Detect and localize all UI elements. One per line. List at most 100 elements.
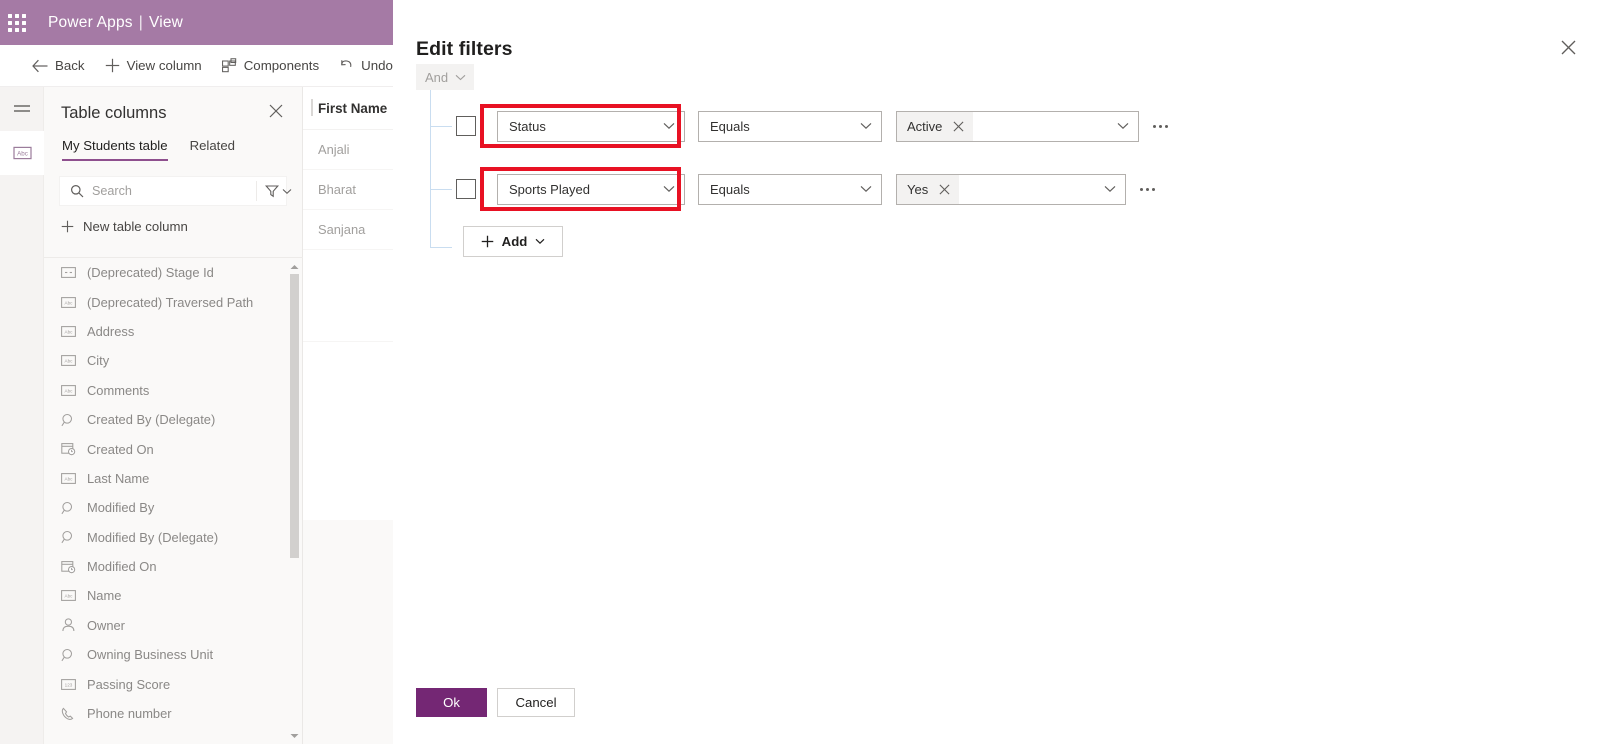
search-input[interactable]: [90, 177, 256, 205]
panel-close-button[interactable]: [266, 101, 286, 126]
tab-my-students-table[interactable]: My Students table: [62, 138, 168, 161]
app-titlebar: Power Apps | View: [0, 0, 400, 45]
abc-text-icon: Abc: [61, 384, 76, 396]
grid-column-header-first-name[interactable]: First Name: [303, 87, 400, 130]
filter-operator-dropdown[interactable]: Equals: [698, 173, 882, 205]
ok-button[interactable]: Ok: [416, 688, 487, 717]
column-list-item[interactable]: Modified By (Delegate): [44, 523, 303, 552]
close-icon: [269, 104, 283, 118]
grid-row[interactable]: Bharat: [303, 170, 400, 210]
close-icon: [953, 121, 964, 131]
filter-row-overflow-button[interactable]: [1153, 124, 1168, 128]
column-list-item-label: Last Name: [87, 470, 150, 486]
column-list-item[interactable]: Created On: [44, 434, 303, 463]
grid-row[interactable]: Sanjana: [303, 210, 400, 250]
filter-operator-value: Equals: [710, 181, 750, 197]
chevron-down-icon: [860, 185, 872, 192]
lookup-search-icon: [61, 648, 76, 662]
filter-row-overflow-button[interactable]: [1140, 187, 1155, 191]
plus-icon: [61, 220, 74, 233]
svg-text:123: 123: [65, 682, 73, 687]
cancel-button[interactable]: Cancel: [497, 688, 575, 717]
column-list-item[interactable]: Phone number: [44, 699, 303, 728]
filter-value-remove-button[interactable]: [939, 184, 950, 195]
grid-empty-space: [303, 250, 400, 342]
waffle-menu-icon[interactable]: [0, 0, 34, 45]
column-list-item-label: Created By (Delegate): [87, 412, 216, 428]
column-list-item[interactable]: Abc City: [44, 346, 303, 375]
abc-text-icon: Abc: [61, 355, 76, 367]
abc-text-icon: Abc: [61, 326, 76, 337]
tab-related[interactable]: Related: [190, 138, 235, 161]
filter-row: Sports Played Equals Yes: [393, 172, 1155, 206]
caret-down-icon: [290, 733, 299, 738]
filter-row-checkbox[interactable]: [456, 179, 476, 199]
chevron-down-icon: [535, 238, 545, 245]
view-column-label: View column: [126, 58, 202, 73]
column-list-item[interactable]: 123 Passing Score: [44, 669, 303, 698]
filter-row-checkbox[interactable]: [456, 116, 476, 136]
components-label: Components: [243, 58, 320, 73]
grid-footer-area: [303, 520, 400, 744]
column-list-item[interactable]: (Deprecated) Stage Id: [44, 258, 303, 287]
conjunction-dropdown[interactable]: And: [416, 64, 475, 90]
rail-item-columns[interactable]: Abc: [0, 131, 44, 175]
components-grid-icon: [221, 58, 236, 73]
column-list-item[interactable]: Modified On: [44, 552, 303, 581]
column-list-item-label: Phone number: [87, 706, 172, 722]
panel-tabs: My Students table Related: [44, 132, 302, 161]
column-list-scrollbar[interactable]: [289, 258, 300, 744]
new-table-column-button[interactable]: New table column: [44, 206, 302, 244]
filter-column-dropdown[interactable]: Status: [497, 110, 685, 142]
undo-button[interactable]: Undo: [329, 45, 400, 87]
column-list-item[interactable]: Owner: [44, 611, 303, 640]
column-list-item[interactable]: Abc Name: [44, 581, 303, 610]
chevron-down-icon: [1104, 185, 1116, 192]
components-button[interactable]: Components: [212, 45, 329, 87]
edit-filters-dialog: Edit filters And Status Equals Active Sport…: [393, 0, 1600, 744]
lookup-search-icon: [61, 501, 73, 514]
filter-value-dropdown[interactable]: Active: [896, 110, 1139, 142]
hamburger-menu-button[interactable]: [0, 87, 44, 131]
scroll-up-button[interactable]: [289, 261, 300, 272]
svg-text:Abc: Abc: [65, 359, 74, 364]
filter-value-dropdown[interactable]: Yes: [896, 173, 1126, 205]
scroll-down-button[interactable]: [289, 730, 300, 741]
date-time-icon: [61, 442, 76, 456]
unique-id-icon: [61, 267, 76, 279]
grid-row[interactable]: Anjali: [303, 130, 400, 170]
add-filter-button[interactable]: Add: [463, 226, 563, 257]
column-list-item[interactable]: Modified By: [44, 493, 303, 522]
filter-operator-dropdown[interactable]: Equals: [698, 110, 882, 142]
filter-value-remove-button[interactable]: [953, 121, 964, 132]
panel-filter-button[interactable]: [256, 181, 301, 201]
abc-text-icon: Abc: [61, 472, 76, 484]
filter-value-pill: Yes: [897, 174, 960, 204]
column-list-item[interactable]: Abc Last Name: [44, 464, 303, 493]
column-list[interactable]: (Deprecated) Stage Id Abc (Deprecated) Tra…: [44, 257, 303, 744]
filter-column-value: Status: [509, 118, 546, 134]
column-list-item[interactable]: Owning Business Unit: [44, 640, 303, 669]
dialog-close-button[interactable]: [1554, 33, 1582, 61]
filter-column-dropdown[interactable]: Sports Played: [497, 173, 685, 205]
column-list-item[interactable]: Abc (Deprecated) Traversed Path: [44, 287, 303, 316]
svg-text:Abc: Abc: [65, 476, 74, 481]
column-list-item[interactable]: Created By (Delegate): [44, 405, 303, 434]
plus-icon: [105, 58, 119, 73]
filter-column-value: Sports Played: [509, 181, 590, 197]
hamburger-menu-icon: [14, 105, 30, 112]
column-list-item[interactable]: Abc Address: [44, 317, 303, 346]
column-list-item-label: Comments: [87, 382, 150, 398]
filter-value-pill: Active: [897, 111, 974, 141]
view-column-button[interactable]: View column: [95, 45, 212, 87]
column-list-item[interactable]: Abc Comments: [44, 376, 303, 405]
svg-text:Abc: Abc: [65, 594, 74, 599]
scrollbar-thumb[interactable]: [290, 274, 299, 558]
back-button[interactable]: Back: [22, 45, 95, 87]
abc-text-icon: Abc: [61, 590, 76, 602]
column-list-item-label: Modified By (Delegate): [87, 529, 219, 545]
new-table-column-label: New table column: [83, 219, 188, 234]
column-list-item-label: Created On: [87, 441, 154, 457]
undo-icon: [341, 60, 352, 68]
caret-up-icon: [290, 264, 299, 269]
